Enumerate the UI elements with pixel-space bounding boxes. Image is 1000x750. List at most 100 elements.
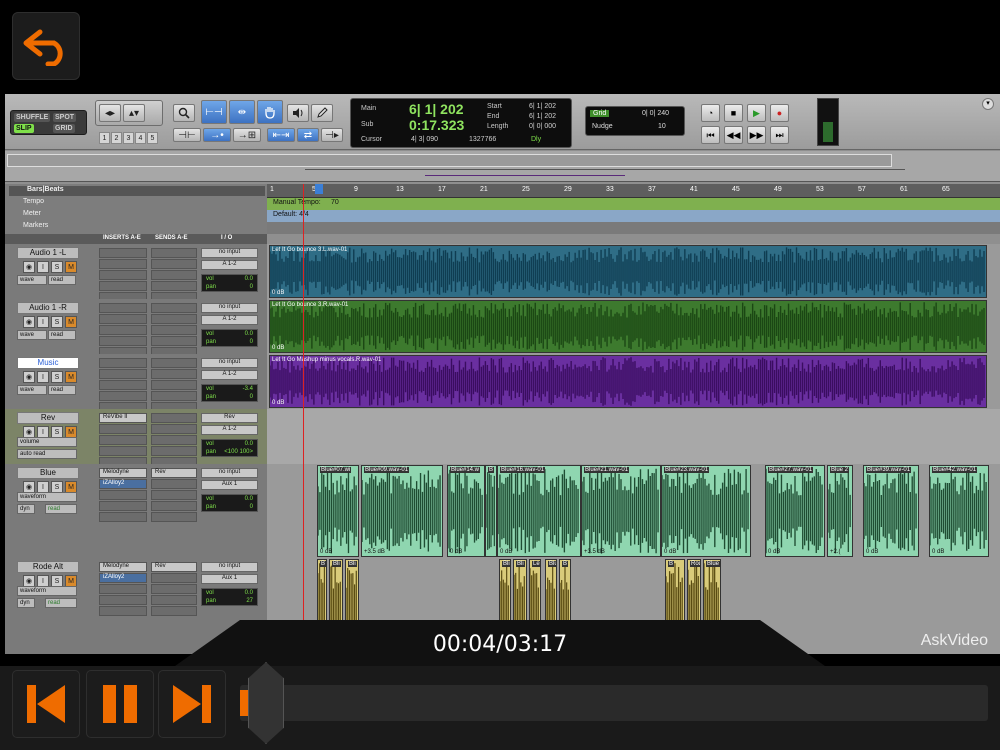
solo-button[interactable]: S — [51, 316, 63, 328]
input-monitor-button[interactable]: I — [37, 261, 49, 273]
audio-region[interactable]: B — [485, 465, 497, 557]
link-timeline-button[interactable]: →• — [203, 128, 231, 142]
scrub-handle[interactable] — [248, 662, 284, 744]
output-selector[interactable]: Aux 1 — [201, 574, 258, 584]
track-lane[interactable]: Let It Go bounce 3.R.wav-01 0 dB — [267, 299, 1000, 354]
insert-slot[interactable] — [99, 325, 147, 335]
insert-slot[interactable] — [99, 595, 147, 605]
output-selector[interactable]: Aux 1 — [201, 480, 258, 490]
send-slot[interactable] — [151, 413, 197, 423]
insert-slot[interactable] — [99, 281, 147, 291]
send-slot[interactable] — [151, 424, 197, 434]
insert-plugin[interactable]: Melodyne — [99, 562, 147, 572]
record-enable-button[interactable]: ◉ — [23, 316, 35, 328]
insert-slot[interactable] — [99, 314, 147, 324]
insert-slot[interactable] — [99, 501, 147, 511]
sub-counter-value[interactable]: 0:17.323 — [409, 117, 464, 133]
mute-button[interactable]: M — [65, 316, 77, 328]
track-view-selector[interactable]: waveform — [17, 586, 77, 596]
send-slot[interactable] — [151, 584, 197, 594]
main-counter-value[interactable]: 6| 1| 202 — [409, 101, 464, 117]
zoom-preset-3[interactable]: 3 — [123, 132, 134, 144]
meter-ruler-label[interactable]: Meter — [23, 210, 41, 217]
audio-region[interactable]: Blue#09.wav-01 +3.5 dB — [361, 465, 443, 557]
audio-region[interactable]: Blue#16.wav-01 0 dB — [497, 465, 581, 557]
go-to-end-button[interactable]: ⏭ — [770, 126, 789, 144]
send-slot[interactable] — [151, 358, 197, 368]
next-button[interactable] — [158, 670, 226, 738]
send-assignment[interactable]: Rev — [151, 468, 197, 478]
automation-mode-selector[interactable]: dyn — [17, 598, 35, 608]
send-slot[interactable] — [151, 281, 197, 291]
solo-button[interactable]: S — [51, 371, 63, 383]
audio-region[interactable]: Blue#21.wav-01 +3.5 dB — [581, 465, 661, 557]
output-selector[interactable]: A 1-2 — [201, 425, 258, 435]
mute-button[interactable]: M — [65, 371, 77, 383]
track-view-selector[interactable]: wave — [17, 385, 47, 395]
send-slot[interactable] — [151, 380, 197, 390]
send-slot[interactable] — [151, 248, 197, 258]
online-button[interactable]: ◔ — [701, 104, 720, 122]
insert-slot[interactable] — [99, 303, 147, 313]
rewind-button[interactable]: ◀◀ — [724, 126, 743, 144]
audio-region[interactable]: Let It Go Mashup minus vocals.R.wav-01 0… — [269, 355, 987, 408]
track-lane[interactable] — [267, 409, 1000, 464]
audio-region[interactable]: Blue#42.wav-01 0 dB — [929, 465, 989, 557]
pencil-tool-button[interactable] — [311, 104, 333, 122]
record-enable-button[interactable]: ◉ — [23, 371, 35, 383]
start-value[interactable]: 6| 1| 202 — [529, 103, 556, 110]
send-slot[interactable] — [151, 573, 197, 583]
fast-forward-button[interactable]: ▶▶ — [747, 126, 766, 144]
input-selector[interactable]: no input — [201, 248, 258, 258]
audio-region[interactable]: Let It Go bounce 3.R.wav-01 0 dB — [269, 300, 987, 353]
record-enable-button[interactable]: ◉ — [23, 261, 35, 273]
bars-beats-ruler-label[interactable]: Bars|Beats — [9, 186, 265, 196]
automation-read-selector[interactable]: read — [45, 504, 77, 514]
output-selector[interactable]: A 1-2 — [201, 315, 258, 325]
zoom-preset-4[interactable]: 4 — [135, 132, 146, 144]
output-selector[interactable]: A 1-2 — [201, 260, 258, 270]
automation-mode-selector[interactable]: read — [48, 385, 76, 395]
audio-region[interactable]: Blue 2 +2.( — [827, 465, 853, 557]
send-slot[interactable] — [151, 369, 197, 379]
playhead-marker[interactable] — [315, 184, 323, 194]
mute-button[interactable]: M — [65, 261, 77, 273]
input-monitor-button[interactable]: I — [37, 316, 49, 328]
back-button[interactable] — [12, 12, 80, 80]
send-slot[interactable] — [151, 259, 197, 269]
insert-slot[interactable] — [99, 358, 147, 368]
track-name[interactable]: Rode Alt — [17, 561, 79, 573]
send-slot[interactable] — [151, 435, 197, 445]
stop-button[interactable]: ■ — [724, 104, 743, 122]
volume-pan-display[interactable]: vol -3.4 pan 0 — [201, 384, 258, 402]
track-view-selector[interactable]: wave — [17, 275, 47, 285]
markers-ruler[interactable] — [267, 222, 1000, 234]
track-name[interactable]: Audio 1 -R — [17, 302, 79, 314]
grabber-tool-button[interactable] — [257, 100, 283, 124]
input-selector[interactable]: no input — [201, 468, 258, 478]
volume-pan-display[interactable]: vol 0.0 pan 0 — [201, 494, 258, 512]
tab-to-transient-button[interactable]: ⊣⊢ — [173, 128, 201, 142]
bars-beats-ruler[interactable]: 1 5 9 13 17 21 25 29 33 37 41 45 49 53 57 61 65 — [267, 184, 1000, 198]
toolbar-menu-button[interactable]: ▾ — [982, 98, 994, 110]
zoom-in-button[interactable]: ▴▾ — [123, 104, 145, 122]
insert-slot[interactable] — [99, 606, 147, 616]
send-slot[interactable] — [151, 490, 197, 500]
send-slot[interactable] — [151, 336, 197, 346]
insert-slot[interactable] — [99, 512, 147, 522]
send-slot[interactable] — [151, 446, 197, 456]
insert-slot[interactable] — [99, 391, 147, 401]
send-slot[interactable] — [151, 314, 197, 324]
send-slot[interactable] — [151, 325, 197, 335]
audio-region[interactable]: Blue#39.wav-01 0 dB — [863, 465, 919, 557]
send-slot[interactable] — [151, 270, 197, 280]
automation-mode-selector[interactable]: dyn — [17, 504, 35, 514]
insert-slot[interactable] — [99, 336, 147, 346]
grid-mode-button[interactable]: GRID — [53, 124, 75, 133]
trim-tool-button[interactable]: ⊢⊣ — [201, 100, 227, 124]
zoomer-tool-button[interactable] — [173, 104, 195, 122]
audio-region[interactable]: Blue#07.wi 0 dB — [317, 465, 359, 557]
link-track-button[interactable]: →⊞ — [233, 128, 261, 142]
slip-mode-button[interactable]: SLIP — [14, 124, 34, 133]
insert-slot[interactable] — [99, 424, 147, 434]
